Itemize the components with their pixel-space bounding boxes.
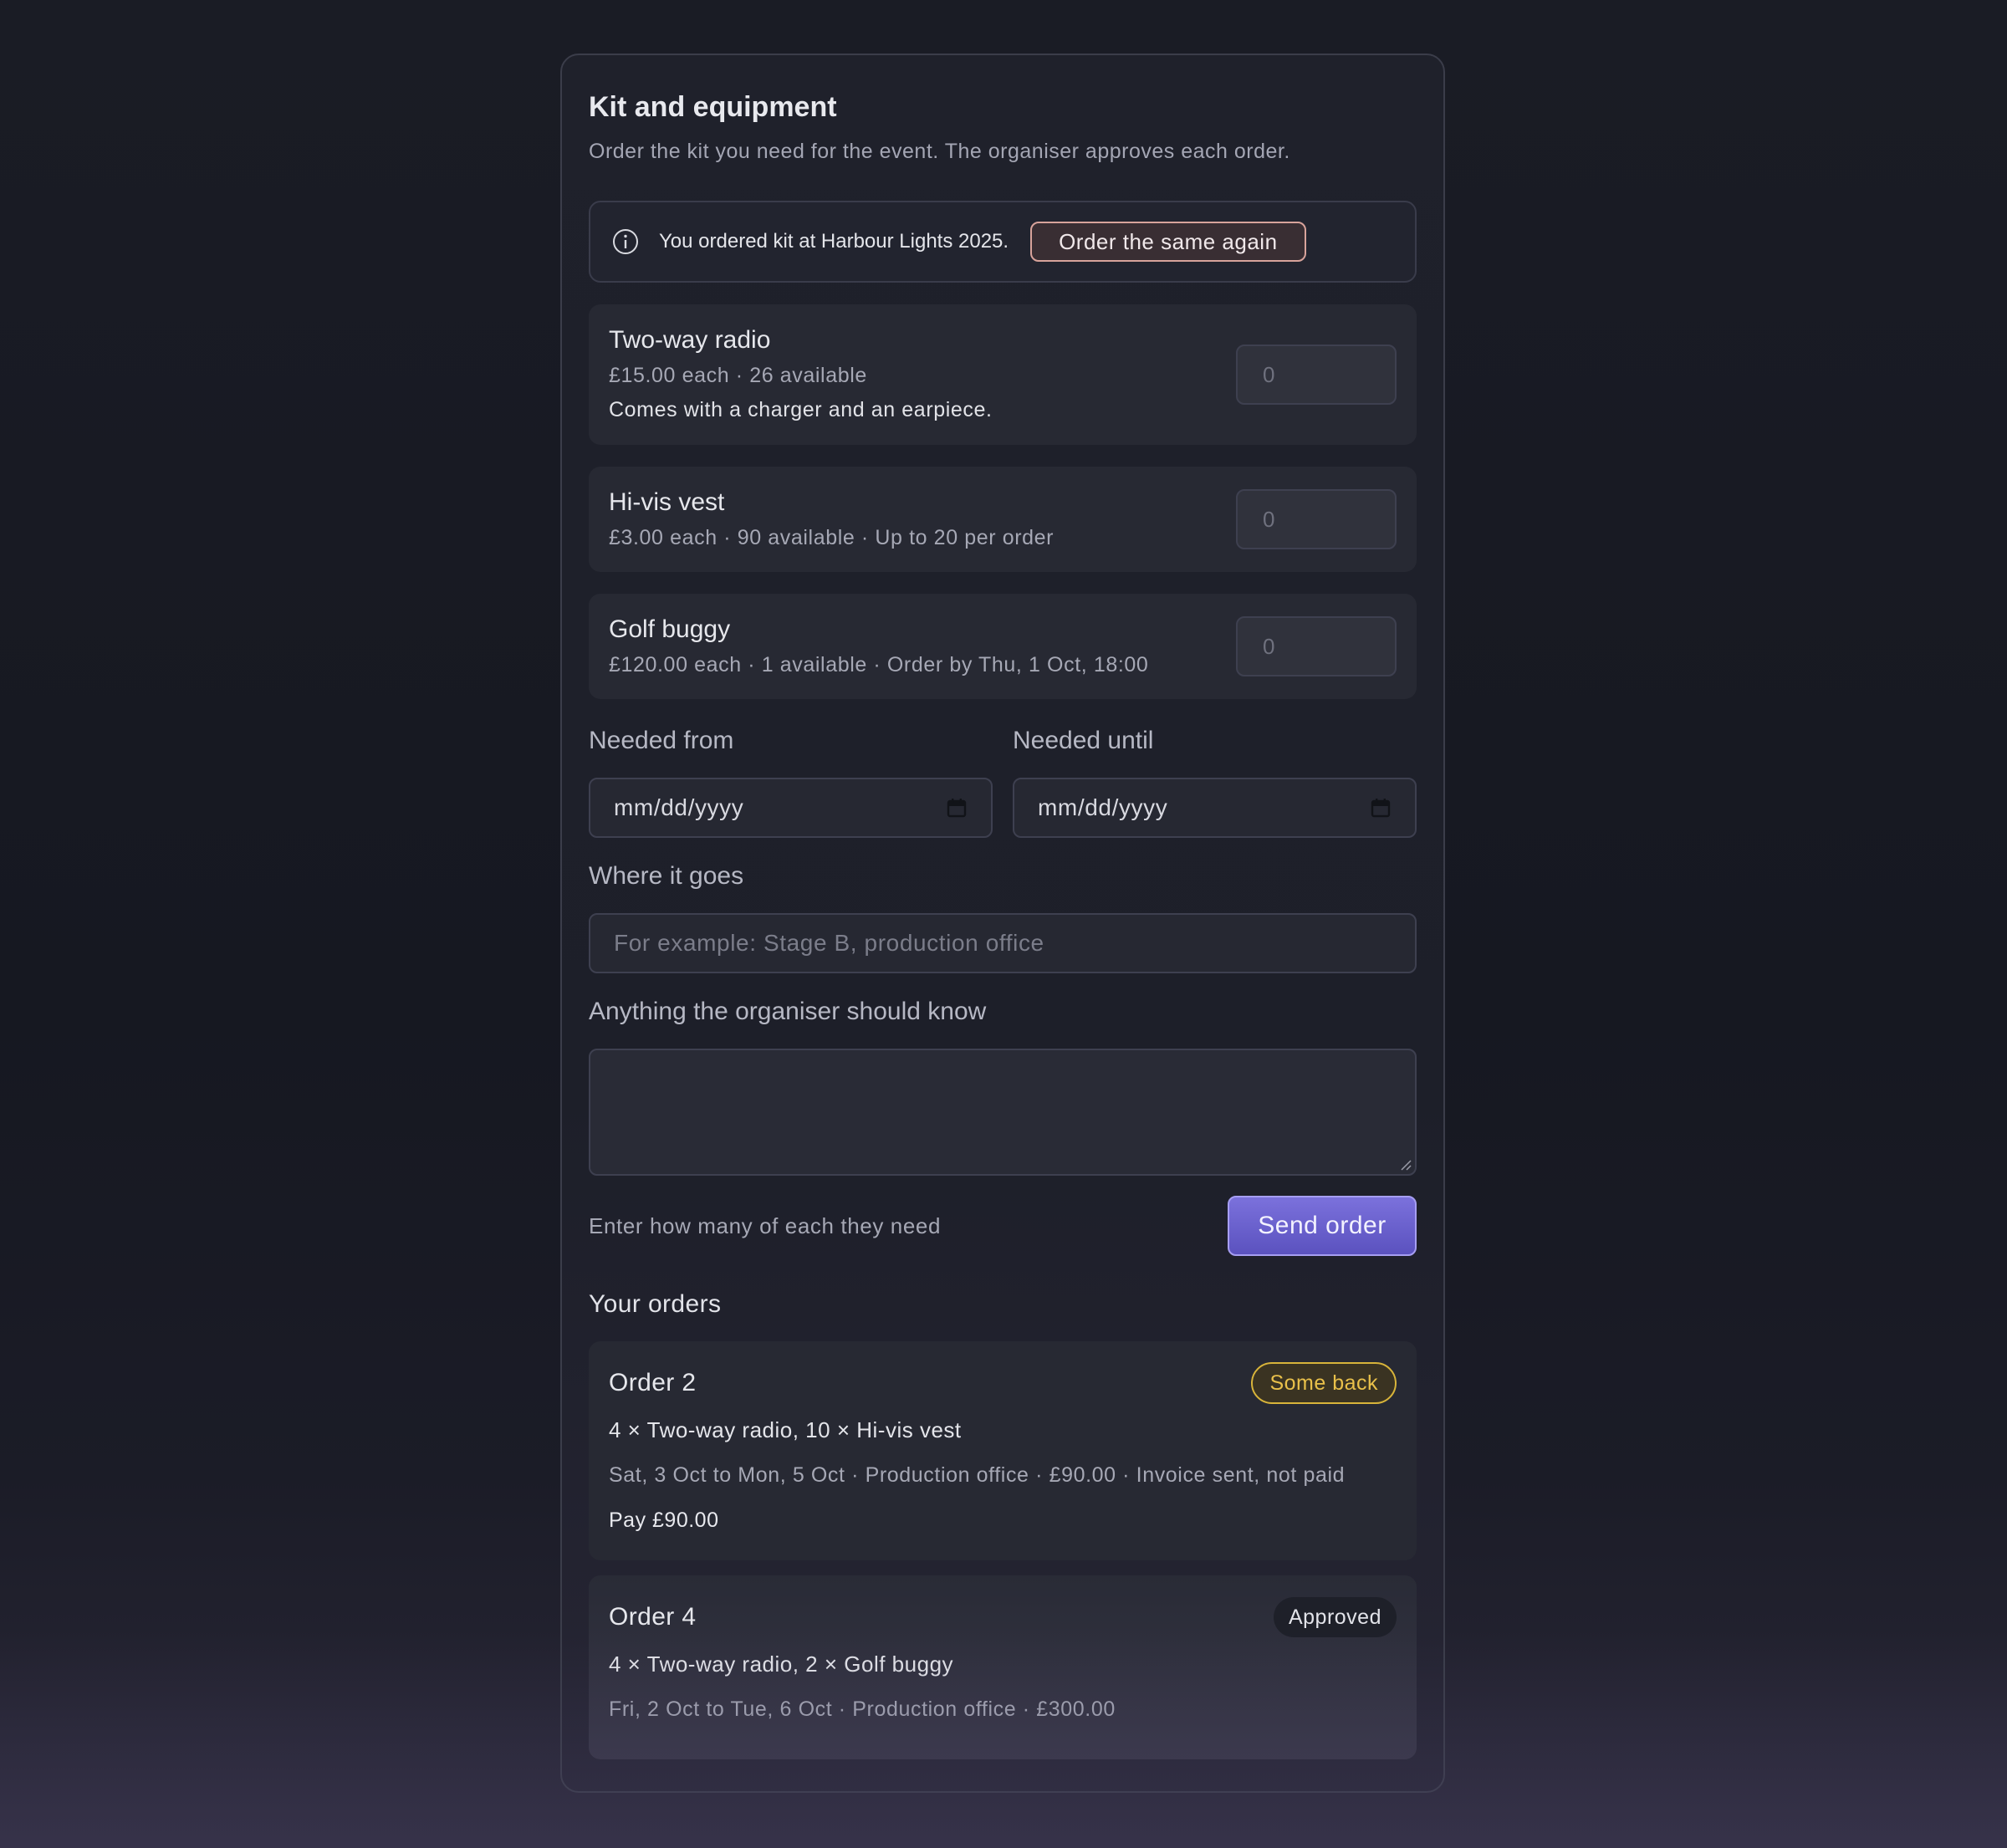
item-meta: £15.00 each · 26 available bbox=[609, 364, 867, 387]
item-info: Hi-vis vest £3.00 each · 90 available · … bbox=[609, 486, 1054, 553]
item-name: Two-way radio bbox=[609, 326, 771, 354]
needed-until-value: mm/dd/yyyy bbox=[1038, 794, 1168, 820]
resize-grip-icon[interactable] bbox=[1398, 1157, 1412, 1171]
order-items: 4 × Two-way radio, 2 × Golf buggy bbox=[609, 1651, 954, 1677]
item-description: Comes with a charger and an earpiece. bbox=[609, 398, 993, 421]
notes-textarea[interactable] bbox=[589, 1049, 1417, 1176]
previous-order-notice: You ordered kit at Harbour Lights 2025. … bbox=[589, 201, 1417, 283]
order-meta: Fri, 2 Oct to Tue, 6 Oct · Production of… bbox=[609, 1697, 1116, 1721]
needed-until-date-input[interactable]: mm/dd/yyyy bbox=[1013, 778, 1417, 838]
page-title: Kit and equipment bbox=[589, 91, 837, 123]
order-title: Order 2 bbox=[609, 1369, 697, 1396]
order-header: Order 2 Some back bbox=[609, 1361, 1397, 1405]
order-card: Order 4 Approved 4 × Two-way radio, 2 × … bbox=[589, 1575, 1417, 1759]
location-group: Where it goes For example: Stage B, prod… bbox=[589, 860, 1417, 973]
your-orders-heading: Your orders bbox=[589, 1290, 722, 1318]
item-info: Two-way radio £15.00 each · 26 available… bbox=[609, 324, 993, 426]
quantity-input-two-way-radio[interactable] bbox=[1236, 345, 1397, 405]
date-range: Needed from mm/dd/yyyy Needed until mm/d… bbox=[589, 724, 1417, 838]
order-header: Order 4 Approved bbox=[609, 1595, 1397, 1639]
quantity-input-hi-vis-vest[interactable] bbox=[1236, 489, 1397, 549]
location-label: Where it goes bbox=[589, 862, 744, 890]
order-same-again-button[interactable]: Order the same again bbox=[1030, 222, 1306, 262]
quantity-input-golf-buggy[interactable] bbox=[1236, 616, 1397, 676]
item-golf-buggy: Golf buggy £120.00 each · 1 available · … bbox=[589, 594, 1417, 699]
form-actions: Enter how many of each they need Send or… bbox=[589, 1196, 1417, 1256]
send-order-button[interactable]: Send order bbox=[1228, 1196, 1417, 1256]
notes-group: Anything the organiser should know bbox=[589, 995, 1417, 1176]
pay-link[interactable]: Pay £90.00 bbox=[609, 1503, 719, 1537]
needed-until-label: Needed until bbox=[1013, 727, 1154, 754]
calendar-icon[interactable] bbox=[946, 797, 968, 819]
notice-text: You ordered kit at Harbour Lights 2025. bbox=[659, 230, 1009, 253]
order-items: 4 × Two-way radio, 10 × Hi-vis vest bbox=[609, 1417, 962, 1442]
item-name: Hi-vis vest bbox=[609, 488, 725, 516]
needed-from-label: Needed from bbox=[589, 727, 734, 754]
calendar-icon[interactable] bbox=[1370, 797, 1392, 819]
kit-panel: Kit and equipment Order the kit you need… bbox=[560, 54, 1445, 1793]
needed-from-date-input[interactable]: mm/dd/yyyy bbox=[589, 778, 993, 838]
order-card: Order 2 Some back 4 × Two-way radio, 10 … bbox=[589, 1341, 1417, 1560]
needed-from-group: Needed from mm/dd/yyyy bbox=[589, 724, 993, 838]
location-placeholder: For example: Stage B, production office bbox=[614, 930, 1044, 956]
order-meta: Sat, 3 Oct to Mon, 5 Oct · Production of… bbox=[609, 1463, 1346, 1487]
page-subtitle: Order the kit you need for the event. Th… bbox=[589, 140, 1290, 163]
needed-until-group: Needed until mm/dd/yyyy bbox=[1013, 724, 1417, 838]
notes-label: Anything the organiser should know bbox=[589, 998, 987, 1025]
form-hint: Enter how many of each they need bbox=[589, 1212, 942, 1238]
item-info: Golf buggy £120.00 each · 1 available · … bbox=[609, 613, 1148, 680]
item-meta: £120.00 each · 1 available · Order by Th… bbox=[609, 653, 1149, 676]
info-icon bbox=[612, 228, 639, 255]
status-badge: Some back bbox=[1251, 1362, 1397, 1404]
needed-from-value: mm/dd/yyyy bbox=[614, 794, 744, 820]
order-title: Order 4 bbox=[609, 1603, 697, 1631]
item-meta: £3.00 each · 90 available · Up to 20 per… bbox=[609, 526, 1055, 549]
item-two-way-radio: Two-way radio £15.00 each · 26 available… bbox=[589, 304, 1417, 445]
item-name: Golf buggy bbox=[609, 615, 731, 643]
status-badge: Approved bbox=[1273, 1597, 1397, 1637]
item-hi-vis-vest: Hi-vis vest £3.00 each · 90 available · … bbox=[589, 467, 1417, 572]
location-input[interactable]: For example: Stage B, production office bbox=[589, 913, 1417, 973]
